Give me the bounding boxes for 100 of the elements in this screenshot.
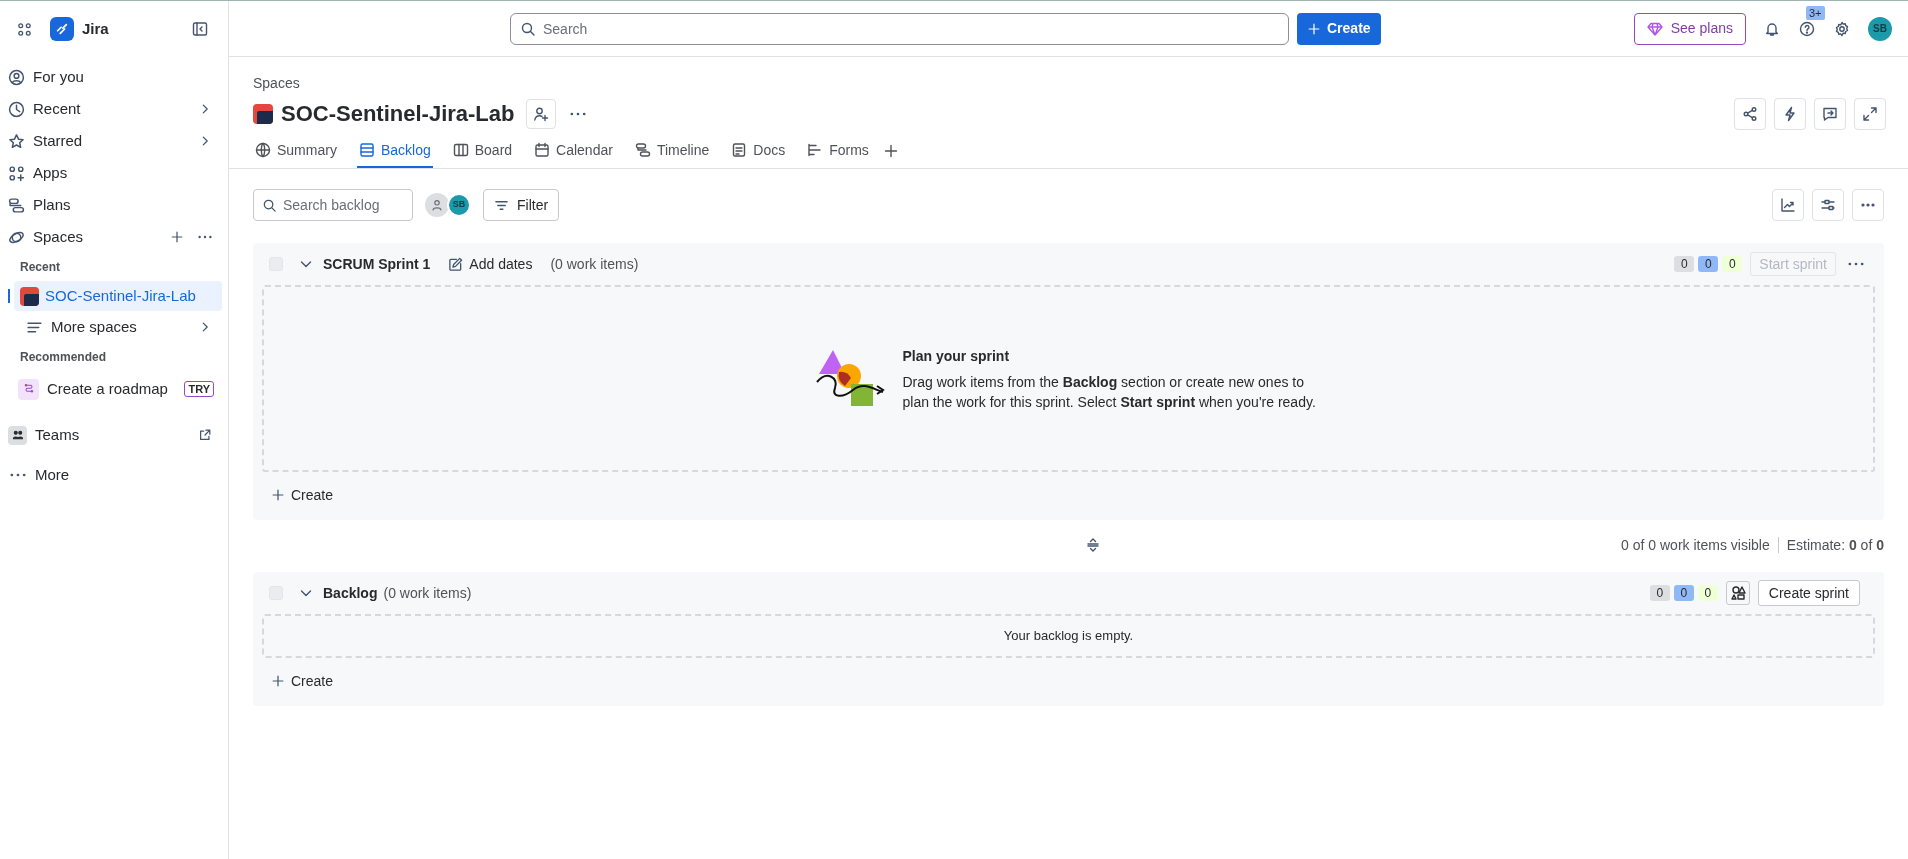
more-icon (570, 111, 587, 116)
status-count: 0 (1673, 585, 1694, 601)
add-person-icon (533, 105, 550, 122)
empty-state-title: Plan your sprint (902, 346, 1011, 366)
external-link-icon (198, 428, 212, 442)
add-icon[interactable] (170, 230, 184, 244)
tab[interactable]: Timeline (632, 134, 712, 168)
expand-icon (1862, 105, 1878, 122)
status-count: 0 (1674, 256, 1695, 272)
shapes-button[interactable] (1725, 581, 1750, 605)
create-button[interactable]: Create (1297, 12, 1381, 45)
chart-icon (1780, 197, 1796, 213)
tab[interactable]: Docs (729, 134, 788, 168)
create-item-button[interactable]: Create (269, 484, 336, 506)
resize-icon (1085, 537, 1101, 553)
sidebar-item[interactable]: Starred (6, 125, 222, 157)
feedback-button[interactable] (1814, 97, 1846, 130)
person-icon (430, 198, 444, 212)
app-name: Jira (82, 18, 109, 39)
see-plans-button[interactable]: See plans (1633, 12, 1746, 45)
estimate-text: Estimate: 0 of 0 (1786, 535, 1884, 555)
sidebar-item[interactable]: Teams (6, 415, 222, 455)
sidebar-item[interactable]: Create a roadmap TRY (18, 371, 222, 407)
help-button[interactable] (1798, 19, 1816, 38)
sidebar-item[interactable]: Plans (6, 189, 222, 221)
work-item-count: (0 work items) (383, 583, 472, 603)
route-icon (22, 383, 35, 395)
section-heading: Recommended (19, 349, 108, 366)
more-icon (9, 473, 26, 477)
sidebar-item[interactable]: Recent (6, 93, 222, 125)
share-button[interactable] (1734, 97, 1766, 130)
create-item-button[interactable]: Create (269, 670, 336, 692)
status-count: 0 (1697, 585, 1718, 601)
clock-icon (8, 100, 25, 118)
plus-icon (271, 488, 285, 502)
bell-icon (1764, 20, 1780, 37)
plus-icon (1307, 21, 1321, 36)
status-count: 0 (1649, 585, 1670, 601)
settings-icon (1834, 20, 1850, 37)
fullscreen-button[interactable] (1854, 97, 1886, 130)
plus-icon (882, 143, 899, 159)
breadcrumb-link[interactable]: Spaces (253, 73, 300, 93)
space-avatar-icon (20, 286, 39, 306)
notification-badge: 3+ (1806, 5, 1825, 20)
add-people-button[interactable] (526, 98, 557, 129)
sidebar-item[interactable]: Spaces (6, 221, 222, 253)
unassigned-avatar-icon[interactable] (425, 193, 449, 217)
apps-icon (8, 164, 25, 182)
sidebar-item[interactable]: More spaces (24, 311, 222, 343)
shapes-icon (1729, 585, 1746, 601)
space-avatar-icon (253, 103, 273, 124)
space-title: SOC-Sentinel-Jira-Lab (281, 100, 515, 128)
more-icon (198, 235, 212, 239)
more-icon (1848, 262, 1864, 266)
app-grid-icon (16, 21, 32, 37)
sliders-icon (1820, 197, 1836, 213)
tab[interactable]: Backlog (356, 134, 433, 168)
empty-backlog-text: Your backlog is empty. (1003, 627, 1134, 646)
sprint-name: SCRUM Sprint 1 (323, 254, 431, 274)
help-icon (1799, 20, 1815, 37)
jira-logo-icon[interactable] (50, 17, 74, 41)
automation-button[interactable] (1774, 97, 1806, 130)
try-badge: TRY (184, 381, 214, 397)
timeline-icon (634, 142, 651, 158)
create-sprint-button[interactable]: Create sprint (1757, 580, 1860, 606)
feedback-icon (1822, 105, 1838, 122)
tab[interactable]: Calendar (532, 134, 615, 168)
forms-icon (807, 142, 824, 158)
collapse-sidebar-icon (192, 21, 208, 37)
work-item-count: (0 work items) (550, 254, 639, 274)
share-icon (1742, 105, 1758, 122)
visible-count: 0 of 0 work items visible (1621, 535, 1770, 555)
add-dates-button[interactable]: Add dates (448, 253, 533, 275)
list-icon (358, 142, 375, 158)
tab[interactable]: Forms (805, 134, 871, 168)
star-icon (8, 132, 25, 150)
plus-icon (271, 674, 285, 688)
diamond-icon (1646, 20, 1663, 37)
status-count: 0 (1698, 256, 1719, 272)
tab[interactable]: Board (450, 134, 515, 168)
tab[interactable]: Summary (253, 134, 339, 168)
sidebar-item[interactable]: More (6, 455, 222, 495)
space-item[interactable]: SOC-Sentinel-Jira-Lab (14, 281, 222, 311)
plans-icon (8, 196, 25, 214)
sidebar-item[interactable]: For you (6, 61, 222, 93)
filter-button[interactable]: Filter (483, 189, 560, 221)
section-heading: Recent (19, 259, 61, 276)
board-icon (452, 142, 469, 158)
edit-icon (448, 256, 464, 272)
backlog-name: Backlog (323, 583, 378, 603)
document-icon (731, 142, 748, 158)
view-settings-button[interactable] (1812, 189, 1844, 221)
globe-icon (255, 142, 271, 158)
search-field[interactable]: Search (510, 12, 1289, 45)
search-icon (262, 198, 277, 213)
status-count: 0 (1722, 256, 1743, 272)
insights-button[interactable] (1772, 189, 1804, 221)
sidebar-item[interactable]: Apps (6, 157, 222, 189)
arrows-icon (55, 22, 69, 36)
search-backlog-field[interactable]: Search backlog (253, 189, 413, 221)
